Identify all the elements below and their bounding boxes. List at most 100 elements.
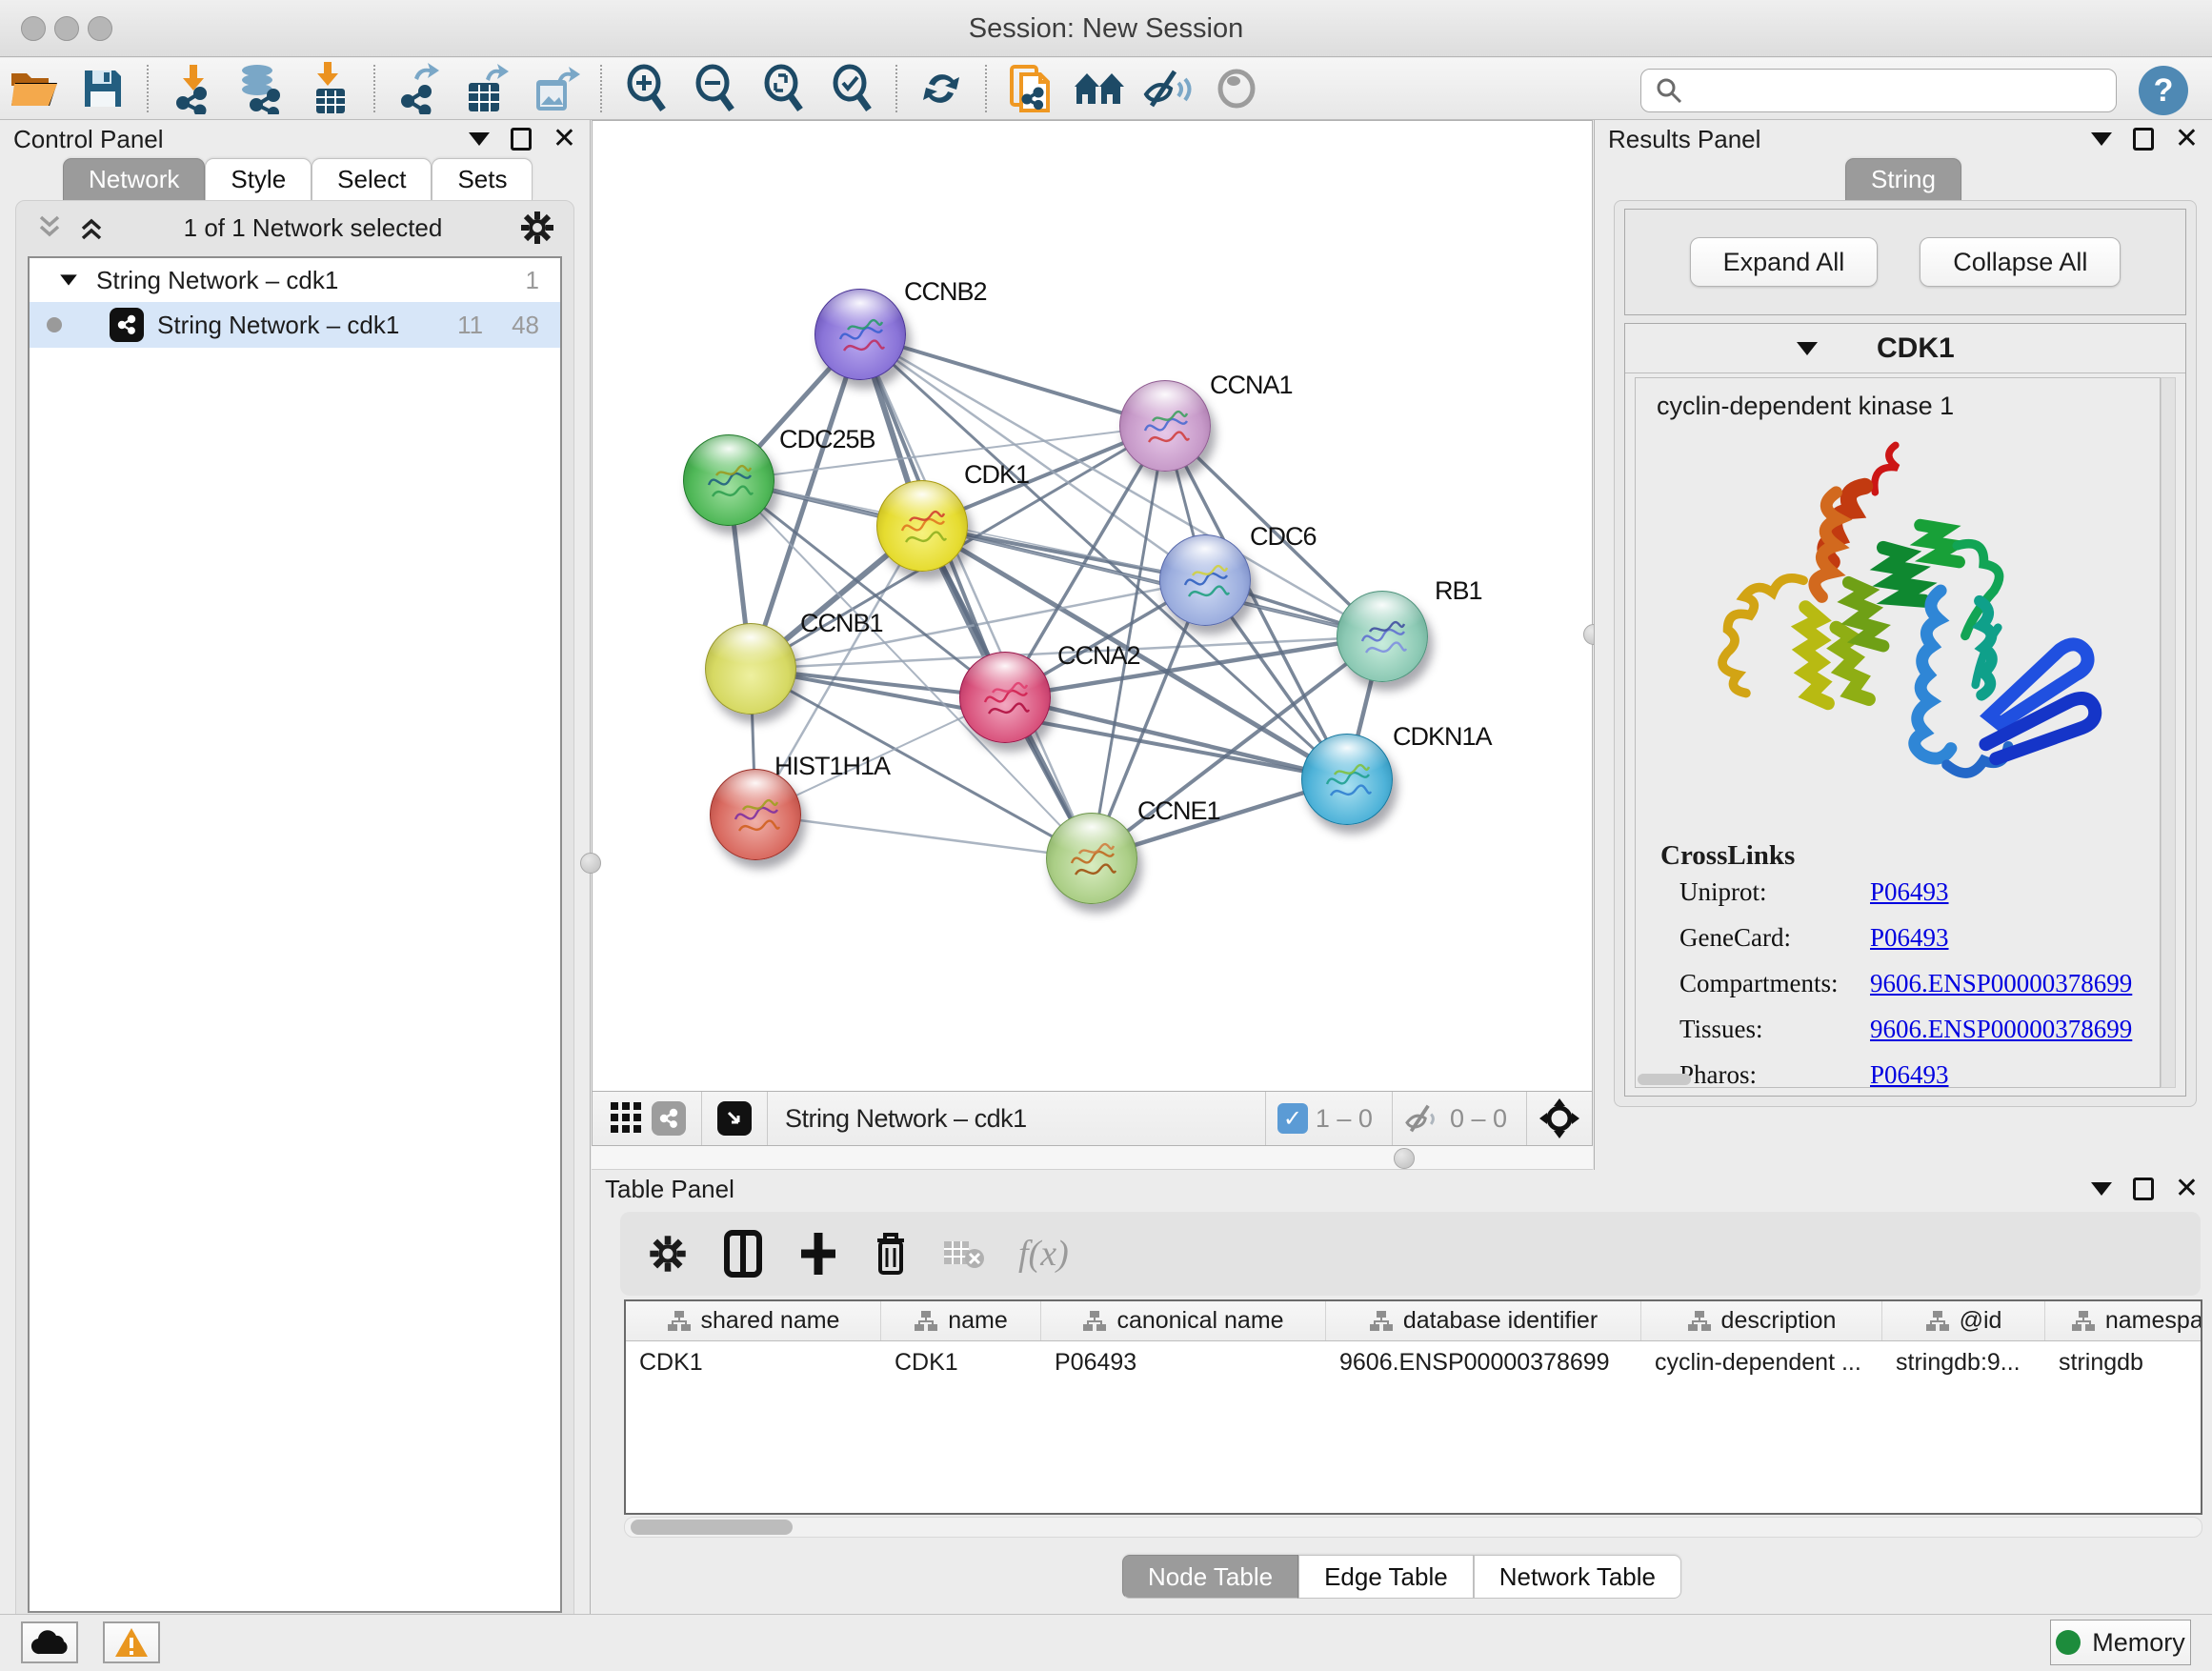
crosslink-link[interactable]: 9606.ENSP00000378699: [1870, 969, 2132, 998]
network-canvas[interactable]: CCNB2CCNA1CDC25BCDK1CDC6RB1CCNB1CCNA2CDK…: [592, 120, 1593, 1092]
tab-sets[interactable]: Sets: [432, 158, 533, 200]
pan-crosshair-button[interactable]: [1538, 1097, 1580, 1139]
table-cell[interactable]: CDK1: [626, 1341, 881, 1383]
left-splitter-knob[interactable]: [580, 853, 601, 874]
open-in-window-button[interactable]: [714, 1097, 755, 1139]
open-session-button[interactable]: [0, 61, 69, 116]
collapse-all-chevron-icon[interactable]: [33, 213, 66, 242]
table-gear-icon[interactable]: [647, 1233, 689, 1275]
float-panel-icon[interactable]: [2133, 128, 2154, 151]
export-network-button[interactable]: [385, 61, 453, 116]
table-cell[interactable]: P06493: [1041, 1341, 1326, 1383]
add-column-icon[interactable]: [797, 1229, 839, 1278]
node-CCNA2[interactable]: [959, 652, 1051, 743]
node-CDK1[interactable]: [876, 480, 968, 572]
node-CCNB1[interactable]: [705, 623, 796, 715]
network-options-gear-icon[interactable]: [518, 209, 556, 247]
search-input[interactable]: [1693, 71, 2116, 110]
horizontal-splitter[interactable]: [592, 1146, 1593, 1170]
node-CDC6[interactable]: [1159, 534, 1251, 626]
cloud-status-button[interactable]: [21, 1621, 78, 1663]
panel-menu-icon[interactable]: [469, 132, 490, 146]
table-hscrollbar-thumb[interactable]: [631, 1520, 793, 1535]
table-hscrollbar[interactable]: [624, 1517, 2202, 1538]
float-panel-icon[interactable]: [511, 128, 532, 151]
zoom-fit-button[interactable]: [749, 61, 817, 116]
hidden-eye-icon[interactable]: [1404, 1102, 1442, 1135]
show-columns-icon[interactable]: [721, 1229, 765, 1278]
crosslink-link[interactable]: P06493: [1870, 1060, 1949, 1088]
node-CDC25B[interactable]: [683, 434, 774, 526]
column-header-canonical-name[interactable]: canonical name: [1041, 1301, 1326, 1340]
edge-CCNB2-CCNE1[interactable]: [860, 334, 1092, 858]
column-header-description[interactable]: description: [1641, 1301, 1882, 1340]
panel-menu-icon[interactable]: [2091, 132, 2112, 146]
help-button[interactable]: ?: [2139, 66, 2188, 115]
node-CCNA1[interactable]: [1119, 380, 1211, 472]
column-header--id[interactable]: @id: [1882, 1301, 2045, 1340]
save-session-button[interactable]: [69, 61, 137, 116]
export-image-button[interactable]: [522, 61, 591, 116]
zoom-selected-button[interactable]: [817, 61, 886, 116]
home-pages-button[interactable]: [1065, 61, 1134, 116]
crosslink-link[interactable]: 9606.ENSP00000378699: [1870, 1015, 2132, 1044]
selected-checkbox[interactable]: ✓: [1277, 1103, 1308, 1134]
column-header-database-identifier[interactable]: database identifier: [1326, 1301, 1641, 1340]
collapse-all-button[interactable]: Collapse All: [1920, 237, 2121, 287]
import-network-from-file-button[interactable]: [158, 61, 227, 116]
hide-glasses-button[interactable]: [1134, 61, 1202, 116]
zoom-out-button[interactable]: [680, 61, 749, 116]
tab-network[interactable]: Network: [63, 158, 205, 200]
tab-node-table[interactable]: Node Table: [1122, 1555, 1298, 1599]
collection-expand-icon[interactable]: [60, 274, 77, 285]
gene-expand-icon[interactable]: [1797, 342, 1818, 355]
share-network-button[interactable]: [648, 1097, 690, 1139]
splitter-knob[interactable]: [1394, 1148, 1415, 1169]
table-cell[interactable]: CDK1: [881, 1341, 1041, 1383]
crosslink-link[interactable]: P06493: [1870, 877, 1949, 907]
edge-CCNE1-HIST1H1A[interactable]: [755, 815, 1092, 858]
delete-column-icon[interactable]: [872, 1229, 910, 1278]
tab-network-table[interactable]: Network Table: [1474, 1555, 1681, 1599]
table-cell[interactable]: cyclin-dependent ...: [1641, 1341, 1882, 1383]
node-CCNB2[interactable]: [814, 289, 906, 380]
zoom-in-button[interactable]: [612, 61, 680, 116]
table-cell[interactable]: stringdb:9...: [1882, 1341, 2045, 1383]
close-panel-icon[interactable]: ✕: [2175, 125, 2199, 153]
column-header-name[interactable]: name: [881, 1301, 1041, 1340]
float-panel-icon[interactable]: [2133, 1178, 2154, 1200]
global-search-field[interactable]: [1640, 69, 2117, 112]
import-table-from-file-button[interactable]: [295, 61, 364, 116]
node-CDKN1A[interactable]: [1301, 734, 1393, 825]
close-panel-icon[interactable]: ✕: [2175, 1175, 2199, 1203]
import-network-from-database-button[interactable]: [227, 61, 295, 116]
edge-CCNB2-CCNA1[interactable]: [860, 334, 1165, 426]
table-row[interactable]: CDK1CDK1P064939606.ENSP00000378699cyclin…: [626, 1341, 2201, 1383]
tab-style[interactable]: Style: [205, 158, 312, 200]
column-header-shared-name[interactable]: shared name: [626, 1301, 881, 1340]
export-table-button[interactable]: [453, 61, 522, 116]
network-collection-row[interactable]: String Network – cdk1 1: [30, 258, 560, 302]
table-cell[interactable]: 9606.ENSP00000378699: [1326, 1341, 1641, 1383]
crosslink-link[interactable]: P06493: [1870, 923, 1949, 953]
close-panel-icon[interactable]: ✕: [553, 125, 576, 153]
panel-menu-icon[interactable]: [2091, 1182, 2112, 1196]
tab-string[interactable]: String: [1845, 158, 1961, 200]
network-row[interactable]: String Network – cdk1 11 48: [30, 302, 560, 348]
node-HIST1H1A[interactable]: [710, 769, 801, 860]
warning-status-button[interactable]: [103, 1621, 160, 1663]
tab-select[interactable]: Select: [312, 158, 432, 200]
string-clipboard-button[interactable]: [996, 61, 1065, 116]
refresh-button[interactable]: [907, 61, 975, 116]
gene-section-header[interactable]: CDK1: [1625, 324, 2185, 373]
column-header-namespace[interactable]: namespace: [2045, 1301, 2202, 1340]
table-cell[interactable]: stringdb: [2045, 1341, 2202, 1383]
crosslinks-scrollbar[interactable]: [1638, 1074, 1691, 1085]
eye-button[interactable]: [1202, 61, 1271, 116]
node-CCNE1[interactable]: [1046, 813, 1137, 904]
expand-all-chevron-icon[interactable]: [75, 213, 108, 242]
expand-all-button[interactable]: Expand All: [1690, 237, 1879, 287]
results-scrollbar-track[interactable]: [2161, 377, 2176, 1088]
birds-eye-grid-button[interactable]: [606, 1097, 648, 1139]
memory-button[interactable]: Memory: [2050, 1620, 2191, 1665]
